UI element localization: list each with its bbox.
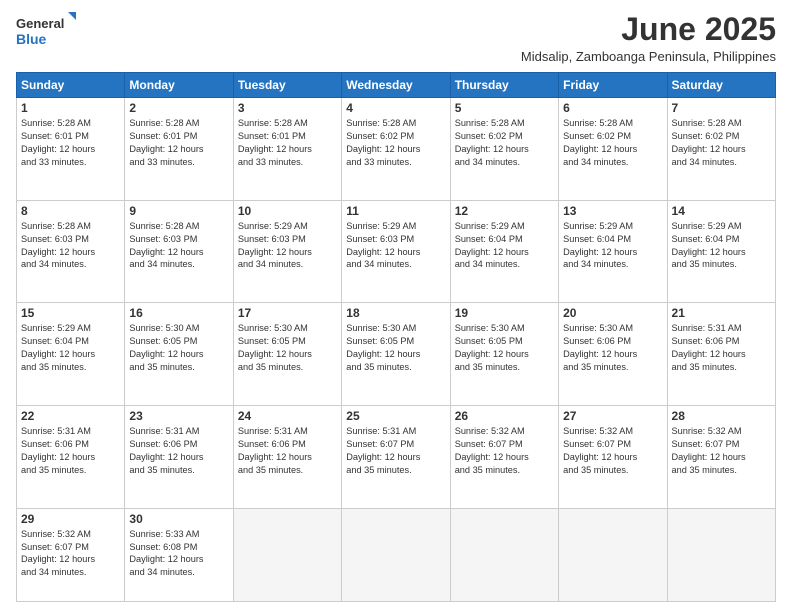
col-saturday: Saturday [667, 73, 775, 98]
calendar-cell-6: 6Sunrise: 5:28 AMSunset: 6:02 PMDaylight… [559, 98, 667, 201]
calendar-cell-14: 14Sunrise: 5:29 AMSunset: 6:04 PMDayligh… [667, 200, 775, 303]
svg-text:General: General [16, 16, 64, 31]
calendar-cell-9: 9Sunrise: 5:28 AMSunset: 6:03 PMDaylight… [125, 200, 233, 303]
calendar-cell-15: 15Sunrise: 5:29 AMSunset: 6:04 PMDayligh… [17, 303, 125, 406]
logo: General Blue [16, 12, 76, 52]
calendar-cell-26: 26Sunrise: 5:32 AMSunset: 6:07 PMDayligh… [450, 406, 558, 509]
calendar-cell-25: 25Sunrise: 5:31 AMSunset: 6:07 PMDayligh… [342, 406, 450, 509]
calendar-cell-27: 27Sunrise: 5:32 AMSunset: 6:07 PMDayligh… [559, 406, 667, 509]
calendar-cell-28: 28Sunrise: 5:32 AMSunset: 6:07 PMDayligh… [667, 406, 775, 509]
calendar-cell-12: 12Sunrise: 5:29 AMSunset: 6:04 PMDayligh… [450, 200, 558, 303]
calendar-cell-23: 23Sunrise: 5:31 AMSunset: 6:06 PMDayligh… [125, 406, 233, 509]
calendar-cell-30: 30Sunrise: 5:33 AMSunset: 6:08 PMDayligh… [125, 508, 233, 601]
month-title: June 2025 [521, 12, 776, 47]
col-monday: Monday [125, 73, 233, 98]
table-row: 29Sunrise: 5:32 AMSunset: 6:07 PMDayligh… [17, 508, 776, 601]
calendar-cell-11: 11Sunrise: 5:29 AMSunset: 6:03 PMDayligh… [342, 200, 450, 303]
calendar-cell-7: 7Sunrise: 5:28 AMSunset: 6:02 PMDaylight… [667, 98, 775, 201]
calendar-cell-3: 3Sunrise: 5:28 AMSunset: 6:01 PMDaylight… [233, 98, 341, 201]
table-row: 8Sunrise: 5:28 AMSunset: 6:03 PMDaylight… [17, 200, 776, 303]
calendar-cell-18: 18Sunrise: 5:30 AMSunset: 6:05 PMDayligh… [342, 303, 450, 406]
calendar-cell-8: 8Sunrise: 5:28 AMSunset: 6:03 PMDaylight… [17, 200, 125, 303]
calendar-cell-1: 1Sunrise: 5:28 AMSunset: 6:01 PMDaylight… [17, 98, 125, 201]
calendar-cell-16: 16Sunrise: 5:30 AMSunset: 6:05 PMDayligh… [125, 303, 233, 406]
calendar-table: Sunday Monday Tuesday Wednesday Thursday… [16, 72, 776, 602]
col-tuesday: Tuesday [233, 73, 341, 98]
calendar-cell-13: 13Sunrise: 5:29 AMSunset: 6:04 PMDayligh… [559, 200, 667, 303]
table-row: 15Sunrise: 5:29 AMSunset: 6:04 PMDayligh… [17, 303, 776, 406]
calendar-cell-29: 29Sunrise: 5:32 AMSunset: 6:07 PMDayligh… [17, 508, 125, 601]
calendar-cell-22: 22Sunrise: 5:31 AMSunset: 6:06 PMDayligh… [17, 406, 125, 509]
calendar-cell-empty [667, 508, 775, 601]
calendar-cell-empty [233, 508, 341, 601]
calendar-cell-2: 2Sunrise: 5:28 AMSunset: 6:01 PMDaylight… [125, 98, 233, 201]
calendar-cell-10: 10Sunrise: 5:29 AMSunset: 6:03 PMDayligh… [233, 200, 341, 303]
location: Midsalip, Zamboanga Peninsula, Philippin… [521, 49, 776, 64]
calendar-cell-empty [342, 508, 450, 601]
table-row: 22Sunrise: 5:31 AMSunset: 6:06 PMDayligh… [17, 406, 776, 509]
calendar-header-row: Sunday Monday Tuesday Wednesday Thursday… [17, 73, 776, 98]
calendar-cell-17: 17Sunrise: 5:30 AMSunset: 6:05 PMDayligh… [233, 303, 341, 406]
col-wednesday: Wednesday [342, 73, 450, 98]
calendar-cell-empty [559, 508, 667, 601]
calendar-cell-19: 19Sunrise: 5:30 AMSunset: 6:05 PMDayligh… [450, 303, 558, 406]
calendar-cell-24: 24Sunrise: 5:31 AMSunset: 6:06 PMDayligh… [233, 406, 341, 509]
calendar-cell-4: 4Sunrise: 5:28 AMSunset: 6:02 PMDaylight… [342, 98, 450, 201]
calendar-cell-5: 5Sunrise: 5:28 AMSunset: 6:02 PMDaylight… [450, 98, 558, 201]
logo-svg: General Blue [16, 12, 76, 52]
calendar-cell-21: 21Sunrise: 5:31 AMSunset: 6:06 PMDayligh… [667, 303, 775, 406]
page-header: General Blue June 2025 Midsalip, Zamboan… [16, 12, 776, 64]
svg-text:Blue: Blue [16, 31, 47, 47]
col-sunday: Sunday [17, 73, 125, 98]
title-block: June 2025 Midsalip, Zamboanga Peninsula,… [521, 12, 776, 64]
calendar-cell-empty [450, 508, 558, 601]
col-thursday: Thursday [450, 73, 558, 98]
table-row: 1Sunrise: 5:28 AMSunset: 6:01 PMDaylight… [17, 98, 776, 201]
col-friday: Friday [559, 73, 667, 98]
calendar-cell-20: 20Sunrise: 5:30 AMSunset: 6:06 PMDayligh… [559, 303, 667, 406]
